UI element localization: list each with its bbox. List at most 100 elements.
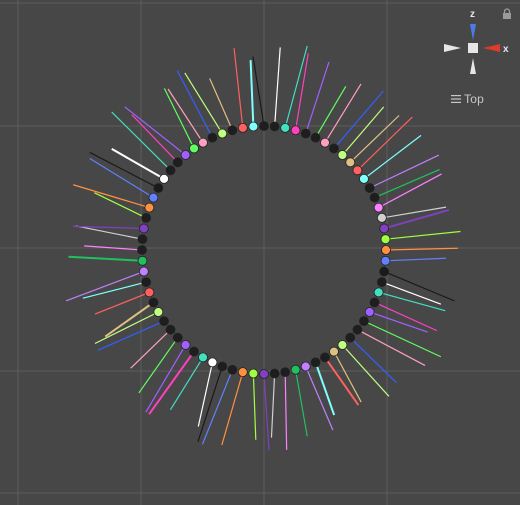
scene-ball[interactable] (172, 332, 183, 343)
scene-ball[interactable] (369, 297, 380, 308)
scene-stick[interactable] (363, 134, 422, 180)
scene-ball[interactable] (207, 357, 218, 368)
scene-ball[interactable] (153, 183, 164, 193)
scene-ball[interactable] (153, 307, 164, 317)
scene-stick[interactable] (252, 56, 265, 127)
scene-ball[interactable] (141, 277, 152, 287)
scene-stick[interactable] (305, 61, 330, 134)
scene-stick[interactable] (130, 329, 171, 369)
scene-ball[interactable] (345, 332, 356, 343)
scene-stick[interactable] (369, 154, 440, 189)
scene-stick[interactable] (221, 371, 244, 446)
gizmo-neg-x-cone[interactable] (444, 44, 461, 52)
scene-ball[interactable] (198, 352, 208, 363)
scene-ball[interactable] (329, 143, 339, 154)
scene-ball[interactable] (248, 368, 259, 379)
scene-stick[interactable] (68, 255, 143, 262)
scene-ball[interactable] (345, 157, 356, 168)
scene-ball[interactable] (237, 367, 248, 378)
scene-ball[interactable] (189, 143, 199, 154)
gizmo-neg-z-cone[interactable] (470, 58, 476, 74)
scene-ball[interactable] (359, 173, 369, 184)
scene-ball[interactable] (237, 122, 248, 133)
scene-stick[interactable] (274, 47, 281, 127)
scene-ball[interactable] (352, 165, 363, 176)
scene-stick[interactable] (270, 373, 276, 438)
scene-ball[interactable] (180, 150, 191, 160)
scene-stick[interactable] (314, 362, 336, 416)
scene-stick[interactable] (209, 78, 233, 131)
scene-ball[interactable] (380, 234, 391, 245)
scene-ball[interactable] (159, 316, 169, 327)
scene-ball[interactable] (280, 367, 291, 378)
scene-ball[interactable] (379, 223, 390, 234)
scene-stick[interactable] (176, 70, 213, 138)
scene-stick[interactable] (333, 90, 384, 149)
scene-stick[interactable] (349, 337, 397, 384)
scene-stick[interactable] (315, 86, 347, 138)
scene-ball[interactable] (381, 245, 391, 255)
scene-ball[interactable] (300, 361, 311, 372)
scene-stick[interactable] (169, 357, 204, 411)
scene-ball[interactable] (310, 357, 321, 368)
scene-ball[interactable] (259, 121, 269, 131)
gizmo-center-cube[interactable] (468, 43, 478, 53)
scene-ball[interactable] (159, 173, 169, 184)
gizmo-x-cone[interactable] (483, 44, 500, 52)
scene-stick[interactable] (163, 88, 195, 149)
scene-ball[interactable] (280, 122, 291, 133)
scene-ball[interactable] (329, 346, 339, 357)
scene-ball[interactable] (165, 165, 176, 176)
scene-stick[interactable] (197, 362, 214, 427)
scene-ball[interactable] (320, 137, 330, 148)
scene-stick[interactable] (357, 329, 426, 366)
scene-stick[interactable] (138, 337, 179, 394)
scene-ball[interactable] (380, 255, 391, 266)
scene-ball[interactable] (148, 192, 159, 203)
scene-ball[interactable] (364, 183, 375, 193)
scene-stick[interactable] (385, 247, 458, 251)
scene-ball[interactable] (137, 234, 148, 245)
scene-ball[interactable] (217, 361, 228, 372)
scene-ball[interactable] (189, 346, 199, 357)
scene-ball[interactable] (290, 364, 301, 375)
scene-ball[interactable] (364, 307, 375, 317)
scene-ball[interactable] (217, 128, 228, 139)
scene-ball[interactable] (198, 137, 208, 148)
scene-ball[interactable] (352, 324, 363, 335)
scene-stick[interactable] (84, 245, 143, 251)
scene-ball[interactable] (376, 277, 387, 287)
scene-ball[interactable] (148, 297, 159, 308)
scene-stick[interactable] (284, 372, 288, 450)
scene-ball[interactable] (290, 125, 301, 136)
scene-ball[interactable] (269, 121, 280, 132)
scene-ball[interactable] (337, 150, 348, 160)
view-orientation-toggle[interactable]: Top (451, 92, 484, 106)
scene-ball[interactable] (144, 202, 155, 213)
scene-ball[interactable] (373, 202, 384, 213)
scene-ball[interactable] (138, 266, 149, 277)
scene-ball[interactable] (369, 192, 380, 203)
scene-stick[interactable] (252, 373, 257, 440)
scene-ball[interactable] (144, 287, 155, 298)
scene-ball[interactable] (227, 125, 238, 136)
scene-ball[interactable] (300, 128, 311, 139)
scene-ball[interactable] (310, 132, 321, 143)
scene-stick[interactable] (349, 115, 400, 163)
scene-ball[interactable] (207, 132, 218, 143)
scene-ball[interactable] (320, 352, 330, 363)
scene-ball[interactable] (165, 324, 176, 335)
scene-stick[interactable] (294, 369, 308, 437)
scene-ball[interactable] (172, 157, 183, 168)
scene-ball[interactable] (359, 316, 369, 327)
scene-ball[interactable] (137, 245, 147, 255)
scene-ball[interactable] (248, 121, 259, 132)
scene-ball[interactable] (379, 266, 390, 277)
scene-ball[interactable] (376, 213, 387, 223)
scene-stick[interactable] (111, 148, 165, 180)
scene-stick[interactable] (324, 356, 360, 406)
scene-stick[interactable] (249, 60, 255, 127)
scene-stick[interactable] (94, 192, 147, 219)
scene-stick[interactable] (374, 169, 440, 199)
gizmo-z-cone[interactable] (470, 24, 476, 40)
